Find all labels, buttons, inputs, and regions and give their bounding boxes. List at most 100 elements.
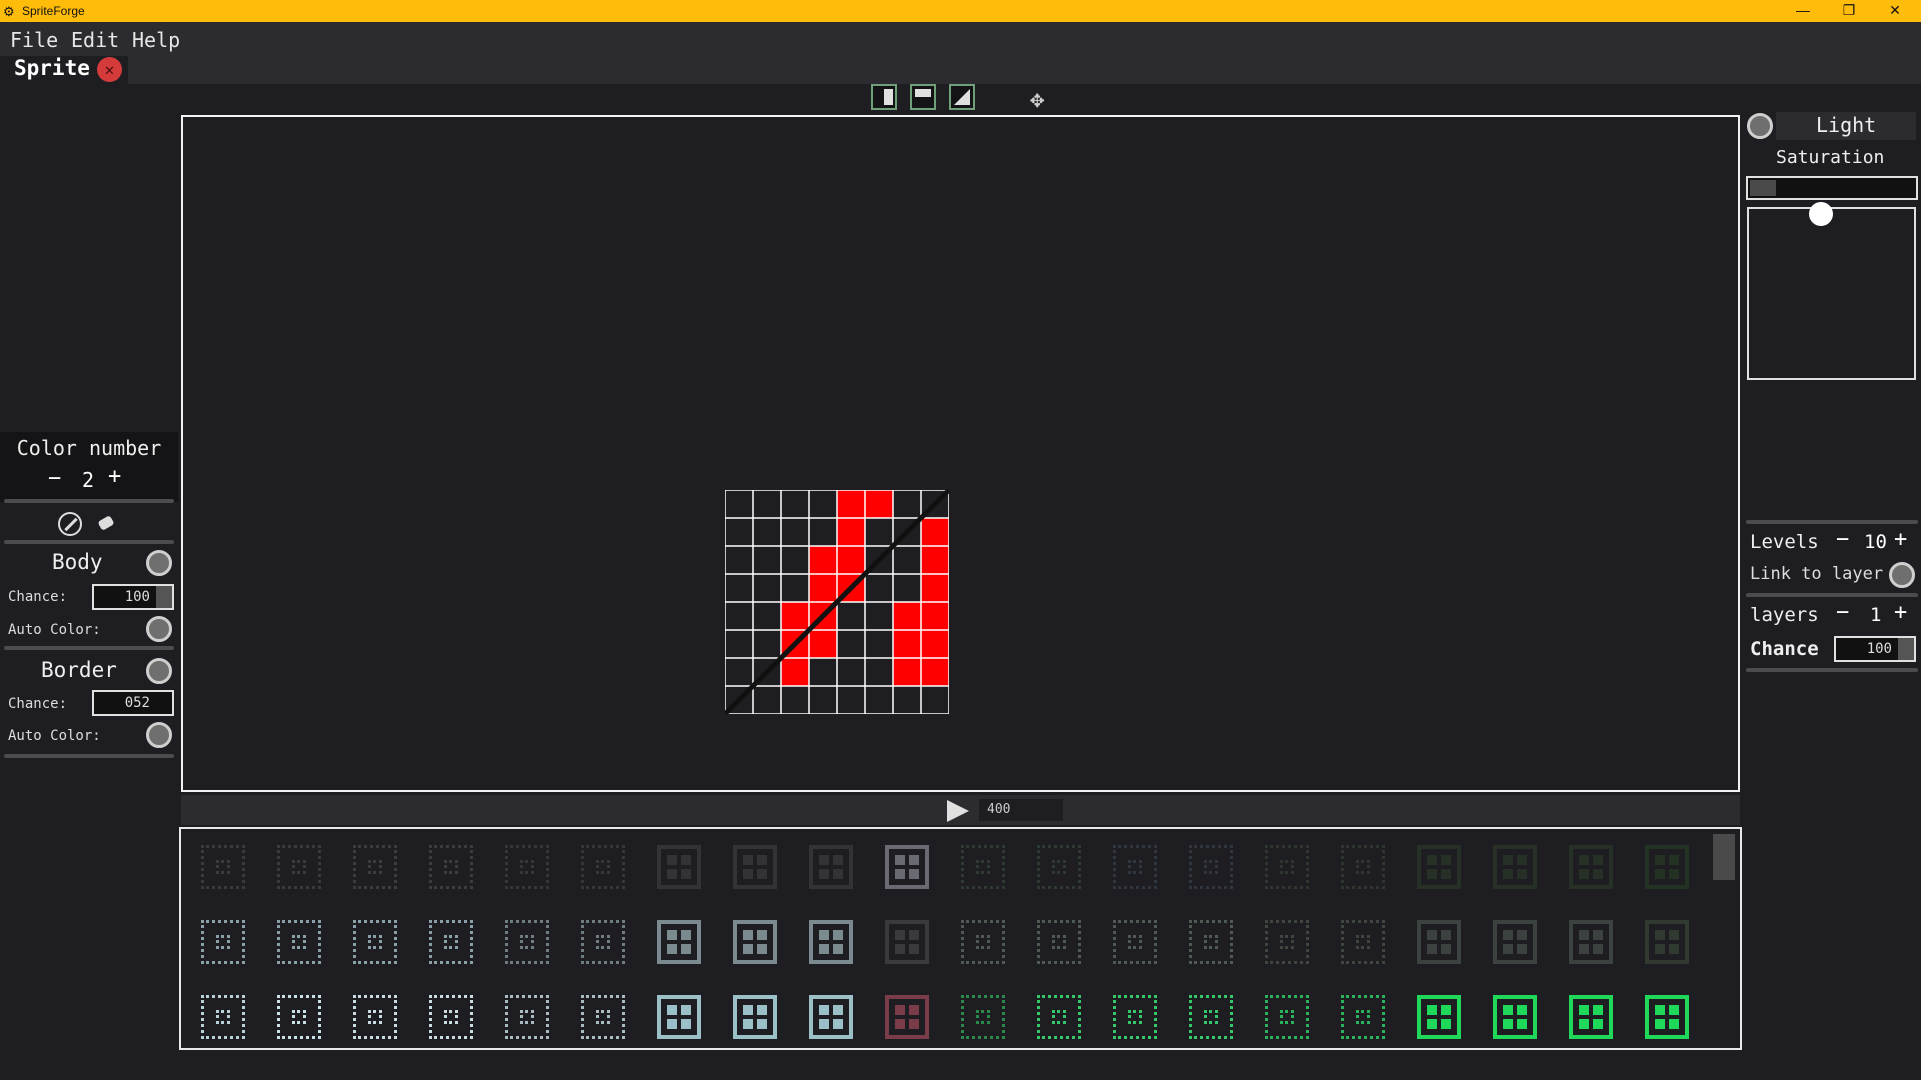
horizontal-mirror-icon[interactable] (910, 84, 936, 110)
sprite-tile[interactable] (1409, 987, 1469, 1047)
chance-field[interactable]: 100 (1834, 636, 1916, 662)
border-chance-field[interactable]: 052 (92, 690, 174, 716)
diagonal-mirror-icon[interactable] (949, 84, 975, 110)
pencil-icon[interactable] (58, 512, 82, 536)
close-window-button[interactable]: ✕ (1872, 0, 1918, 22)
sprite-tile[interactable] (725, 912, 785, 972)
sprite-tile[interactable] (1409, 912, 1469, 972)
color-number-plus-button[interactable]: + (108, 464, 121, 489)
sprite-tile[interactable] (1105, 837, 1165, 897)
sprite-tile[interactable] (1181, 912, 1241, 972)
sprite-tile[interactable] (1333, 837, 1393, 897)
sprite-pixel[interactable] (921, 546, 949, 574)
menu-edit[interactable]: Edit (71, 28, 119, 52)
sprite-tile[interactable] (1409, 837, 1469, 897)
light-toggle[interactable] (1747, 113, 1773, 139)
link-to-layer-toggle[interactable] (1889, 562, 1915, 588)
sprite-tile[interactable] (497, 987, 557, 1047)
sprite-pixel[interactable] (837, 546, 865, 574)
border-auto-color-toggle[interactable] (146, 722, 172, 748)
sprite-tile[interactable] (1257, 912, 1317, 972)
sprite-tile[interactable] (497, 837, 557, 897)
minimize-button[interactable]: — (1780, 0, 1826, 22)
sprite-pixel[interactable] (893, 630, 921, 658)
editor-canvas[interactable] (181, 115, 1740, 792)
sprite-pixel[interactable] (809, 574, 837, 602)
sprite-tile[interactable] (421, 912, 481, 972)
sprite-tile[interactable] (269, 837, 329, 897)
sprite-tile[interactable] (345, 837, 405, 897)
sprite-tile[interactable] (725, 837, 785, 897)
sprite-tile[interactable] (1029, 912, 1089, 972)
sprite-tile[interactable] (1333, 912, 1393, 972)
sprite-pixel[interactable] (921, 574, 949, 602)
sprite-tile[interactable] (649, 912, 709, 972)
sprite-tile[interactable] (345, 987, 405, 1047)
sprite-tile[interactable] (649, 837, 709, 897)
sprite-tile[interactable] (421, 837, 481, 897)
sprite-tile[interactable] (1485, 837, 1545, 897)
sprite-pixel[interactable] (781, 602, 809, 630)
sprite-pixel[interactable] (921, 518, 949, 546)
eraser-icon[interactable] (97, 515, 114, 531)
sprite-tile[interactable] (953, 837, 1013, 897)
layers-minus-button[interactable]: − (1836, 600, 1849, 625)
border-toggle[interactable] (146, 658, 172, 684)
color-preview[interactable] (1747, 207, 1916, 380)
sprite-tile[interactable] (193, 912, 253, 972)
sprite-tile[interactable] (1105, 912, 1165, 972)
levels-minus-button[interactable]: − (1836, 527, 1849, 552)
sprite-tile[interactable] (649, 987, 709, 1047)
sprite-tile[interactable] (1561, 912, 1621, 972)
sprite-tile[interactable] (877, 987, 937, 1047)
sprite-tile[interactable] (1029, 987, 1089, 1047)
sprite-tile[interactable] (1029, 837, 1089, 897)
sprite-tile[interactable] (1637, 837, 1697, 897)
move-icon[interactable]: ✥ (1030, 85, 1044, 113)
sprite-tile[interactable] (269, 987, 329, 1047)
sprite-grid[interactable] (725, 490, 949, 714)
sprite-pixel[interactable] (893, 602, 921, 630)
color-picker-handle[interactable] (1809, 202, 1833, 226)
sprite-tile[interactable] (269, 912, 329, 972)
tab-sprite[interactable]: Sprite ✕ (0, 56, 128, 84)
sprite-tile[interactable] (497, 912, 557, 972)
sprite-pixel[interactable] (781, 658, 809, 686)
sprite-tile[interactable] (725, 987, 785, 1047)
sprite-tile[interactable] (801, 912, 861, 972)
sprite-pixel[interactable] (809, 630, 837, 658)
sprite-pixel[interactable] (893, 658, 921, 686)
sprite-tile[interactable] (1637, 987, 1697, 1047)
sprite-tile[interactable] (573, 837, 633, 897)
body-toggle[interactable] (146, 550, 172, 576)
sprite-tile[interactable] (573, 987, 633, 1047)
menu-file[interactable]: File (10, 28, 58, 52)
sprite-pixel[interactable] (837, 518, 865, 546)
sprite-tile[interactable] (1485, 987, 1545, 1047)
sprite-pixel[interactable] (921, 602, 949, 630)
sprite-tile[interactable] (1181, 837, 1241, 897)
sprite-tile[interactable] (193, 837, 253, 897)
color-number-minus-button[interactable]: − (48, 466, 61, 491)
sprite-tile[interactable] (193, 987, 253, 1047)
layers-plus-button[interactable]: + (1894, 600, 1907, 625)
sprite-pixel[interactable] (865, 490, 893, 518)
sprite-tile[interactable] (1637, 912, 1697, 972)
sprite-tile[interactable] (1181, 987, 1241, 1047)
body-chance-field[interactable]: 100 (92, 584, 174, 610)
sprite-tile[interactable] (573, 912, 633, 972)
sprite-tile[interactable] (1257, 837, 1317, 897)
body-auto-color-toggle[interactable] (146, 616, 172, 642)
sprite-pixel[interactable] (921, 658, 949, 686)
sprite-tile[interactable] (801, 987, 861, 1047)
menu-help[interactable]: Help (132, 28, 180, 52)
sprite-pixel[interactable] (837, 490, 865, 518)
play-icon[interactable] (947, 800, 969, 822)
sprite-tile[interactable] (1333, 987, 1393, 1047)
sprite-tile[interactable] (801, 837, 861, 897)
palette-scrollbar[interactable] (1713, 834, 1735, 880)
levels-plus-button[interactable]: + (1894, 527, 1907, 552)
restore-button[interactable]: ❐ (1826, 0, 1872, 22)
sprite-tile[interactable] (877, 912, 937, 972)
tab-close-icon[interactable]: ✕ (97, 57, 122, 82)
